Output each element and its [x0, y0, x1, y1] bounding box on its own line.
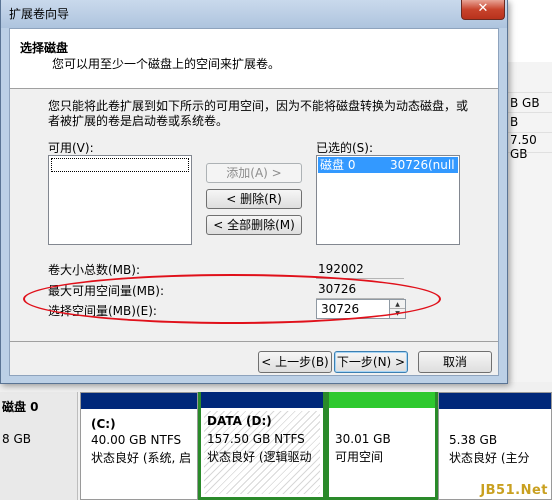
partition-size: 5.38 GB [449, 433, 498, 447]
partition-size: 40.00 GB NTFS [91, 433, 182, 447]
back-button[interactable]: < 上一步(B) [258, 351, 332, 373]
available-label: 可用(V): [48, 141, 94, 155]
watermark-logo: JB51.Net [480, 483, 548, 498]
disk-name: 磁盘 0 [320, 158, 356, 172]
partition-status: 状态良好 (主分 [449, 451, 530, 465]
disk-space: 30726 [390, 158, 429, 172]
partition-name: (C:) [91, 417, 116, 431]
partition-d[interactable]: DATA (D:) 157.50 GB NTFS 状态良好 (逻辑驱动 [198, 392, 326, 500]
selected-label: 已选的(S): [316, 141, 374, 155]
title-bar[interactable]: 扩展卷向导 ✕ [1, 0, 507, 28]
disk-extra: (null [428, 158, 455, 172]
partition-size: 157.50 GB NTFS [207, 432, 305, 446]
available-disks-list[interactable] [48, 155, 192, 245]
close-button[interactable]: ✕ [461, 0, 505, 20]
partition-c[interactable]: (C:) 40.00 GB NTFS 状态良好 (系统, 启 [80, 392, 198, 500]
focus-rectangle [51, 158, 189, 172]
intro-text: 您只能将此卷扩展到如下所示的可用空间，因为不能将磁盘转换为动态磁盘，或者被扩展的… [48, 99, 469, 128]
wizard-header: 选择磁盘 您可以用至少一个磁盘上的空间来扩展卷。 [10, 29, 498, 89]
row-divider [505, 92, 552, 93]
row-divider [505, 112, 552, 113]
window-title: 扩展卷向导 [9, 7, 70, 21]
list-item[interactable]: 磁盘 0 30726 (null [318, 157, 458, 173]
page-title: 选择磁盘 [20, 41, 69, 55]
extend-volume-wizard: 扩展卷向导 ✕ 选择磁盘 您可以用至少一个磁盘上的空间来扩展卷。 您只能将此卷扩… [0, 0, 508, 384]
selected-disks-list[interactable]: 磁盘 0 30726 (null [316, 155, 460, 245]
disk-name: 磁盘 0 [2, 400, 39, 414]
volume-size-text: B [510, 115, 519, 129]
next-button[interactable]: 下一步(N) > [334, 351, 408, 373]
partition-size: 30.01 GB [335, 432, 391, 446]
volume-size-text: B GB [510, 96, 540, 110]
partition-bar [329, 392, 435, 408]
volume-size-text: 7.50 GB [510, 133, 537, 161]
page-description: 您可以用至少一个磁盘上的空间来扩展卷。 [52, 57, 281, 71]
add-button[interactable]: 添加(A) > [206, 163, 302, 183]
cancel-button[interactable]: 取消 [418, 351, 492, 373]
total-size-label: 卷大小总数(MB): [48, 263, 140, 277]
remove-all-button[interactable]: < 全部删除(M) [206, 215, 302, 235]
partition-status: 状态良好 (系统, 启 [91, 451, 192, 465]
disk-size: 8 GB [2, 432, 31, 446]
partition-status: 状态良好 (逻辑驱动 [207, 450, 312, 464]
disk-label-panel[interactable]: 磁盘 0 8 GB [0, 392, 78, 500]
partition-bar [81, 393, 197, 409]
volume-size-column [505, 62, 552, 382]
partition-status: 可用空间 [335, 450, 384, 464]
partition-name: DATA (D:) [207, 414, 272, 428]
partition-bar [439, 393, 551, 409]
highlight-annotation [23, 274, 441, 324]
remove-button[interactable]: < 删除(R) [206, 189, 302, 209]
close-icon: ✕ [477, 1, 489, 16]
divider [10, 341, 498, 342]
unallocated-space[interactable]: 30.01 GB 可用空间 [326, 392, 438, 500]
partition-bar [201, 392, 323, 408]
